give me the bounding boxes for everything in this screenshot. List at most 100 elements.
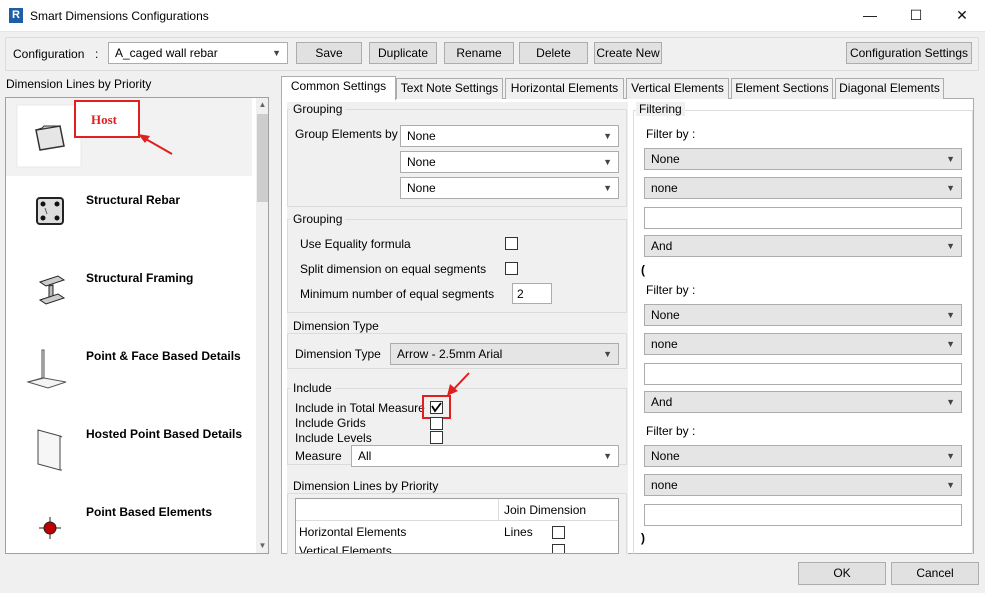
list-item-label: Point & Face Based Details (86, 349, 241, 363)
filter-3-value-input[interactable] (644, 504, 962, 526)
chevron-down-icon: ▼ (946, 451, 955, 461)
host-callout-box: Host (74, 100, 140, 138)
common-settings-panel: Grouping Group Elements by None ▼ None ▼ N… (287, 102, 628, 554)
checkbox-callout-box (422, 395, 451, 419)
table-row: Vertical Elements (299, 544, 392, 554)
filter-value: None (651, 308, 680, 322)
filter-1-value-input[interactable] (644, 207, 962, 229)
chevron-down-icon: ▼ (946, 154, 955, 164)
group-by-dropdown-3[interactable]: None ▼ (400, 177, 619, 199)
window-title: Smart Dimensions Configurations (30, 9, 209, 23)
dimension-type-dropdown[interactable]: Arrow - 2.5mm Arial ▼ (390, 343, 619, 365)
group-by-value: None (407, 181, 436, 195)
tab-vertical-elements[interactable]: Vertical Elements (626, 78, 729, 99)
tab-diagonal-elements[interactable]: Diagonal Elements (835, 78, 944, 99)
tab-text-note-settings[interactable]: Text Note Settings (396, 78, 503, 99)
filter-and-dropdown-1[interactable]: And ▼ (644, 235, 962, 257)
min-segments-label: Minimum number of equal segments (300, 287, 495, 301)
configuration-separator: : (95, 47, 99, 61)
list-item-hosted-point-details[interactable]: Hosted Point Based Details (6, 410, 252, 488)
split-dimension-label: Split dimension on equal segments (300, 262, 487, 276)
min-segments-input[interactable]: 2 (512, 283, 552, 304)
list-item-host[interactable]: Host (6, 98, 252, 176)
grouping-title: Grouping (290, 212, 346, 226)
delete-button[interactable]: Delete (519, 42, 588, 64)
measure-dropdown[interactable]: All ▼ (351, 445, 619, 467)
use-equality-checkbox[interactable] (505, 237, 518, 250)
group-by-dropdown-1[interactable]: None ▼ (400, 125, 619, 147)
filter-3-operator-dropdown[interactable]: none ▼ (644, 474, 962, 496)
configuration-dropdown[interactable]: A_caged wall rebar ▼ (108, 42, 288, 64)
priority-table[interactable]: Join Dimension Lines Horizontal Elements… (295, 498, 619, 554)
filter-value: none (651, 181, 678, 195)
filter-2-value-input[interactable] (644, 363, 962, 385)
include-grids-checkbox[interactable] (430, 417, 443, 430)
join-horizontal-checkbox[interactable] (552, 526, 565, 539)
filter-value: none (651, 337, 678, 351)
list-item-label: Host (91, 112, 117, 127)
maximize-button[interactable]: ☐ (893, 0, 939, 31)
point-element-icon (39, 517, 61, 539)
left-list-scrollbar[interactable]: ▲ ▼ (256, 98, 268, 553)
chevron-down-icon: ▼ (603, 157, 612, 167)
chevron-down-icon: ▼ (603, 183, 612, 193)
tab-horizontal-elements[interactable]: Horizontal Elements (505, 78, 624, 99)
tab-element-sections[interactable]: Element Sections (731, 78, 833, 99)
tab-common-settings[interactable]: Common Settings (281, 76, 396, 100)
filter-2-operator-dropdown[interactable]: none ▼ (644, 333, 962, 355)
include-levels-checkbox[interactable] (430, 431, 443, 444)
join-vertical-checkbox[interactable] (552, 544, 565, 553)
dimension-type-value: Arrow - 2.5mm Arial (397, 347, 503, 361)
ok-button[interactable]: OK (798, 562, 886, 585)
rename-button[interactable]: Rename (444, 42, 514, 64)
close-paren: ) (641, 531, 645, 545)
cancel-button[interactable]: Cancel (891, 562, 979, 585)
filter-by-label-3: Filter by : (646, 424, 696, 438)
priority-list[interactable]: Host Structural Rebar Structural Framing (5, 97, 269, 554)
filtering-title: Filtering (636, 102, 685, 116)
list-item-label: Hosted Point Based Details (86, 427, 243, 441)
priority-table-title: Dimension Lines by Priority (290, 479, 442, 493)
grouping-title: Grouping (290, 102, 346, 116)
close-button[interactable]: ✕ (939, 0, 985, 31)
chevron-down-icon: ▼ (946, 310, 955, 320)
group-by-dropdown-2[interactable]: None ▼ (400, 151, 619, 173)
group-elements-label: Group Elements by (295, 127, 398, 141)
join-dimension-header: Join Dimension Lines (498, 499, 618, 539)
left-panel-title: Dimension Lines by Priority (6, 77, 152, 91)
dimension-type-label: Dimension Type (295, 347, 381, 361)
chevron-down-icon: ▼ (603, 451, 612, 461)
filter-by-label-2: Filter by : (646, 283, 696, 297)
duplicate-button[interactable]: Duplicate (369, 42, 437, 64)
scroll-down-icon[interactable]: ▼ (256, 539, 268, 553)
dimension-type-title: Dimension Type (290, 319, 382, 333)
chevron-down-icon: ▼ (946, 183, 955, 193)
split-dimension-checkbox[interactable] (505, 262, 518, 275)
list-item-point-face-details[interactable]: Point & Face Based Details (6, 332, 252, 410)
filter-1-operator-dropdown[interactable]: none ▼ (644, 177, 962, 199)
list-item-label: Point Based Elements (86, 505, 213, 519)
scroll-thumb[interactable] (257, 114, 268, 202)
list-item-structural-rebar[interactable]: Structural Rebar (6, 176, 252, 254)
panel-detail-icon (37, 429, 63, 471)
filter-and-dropdown-2[interactable]: And ▼ (644, 391, 962, 413)
minimize-button[interactable]: — (847, 0, 893, 31)
wall-host-icon (16, 104, 82, 168)
scroll-up-icon[interactable]: ▲ (256, 98, 268, 112)
filter-by-label-1: Filter by : (646, 127, 696, 141)
group-by-value: None (407, 129, 436, 143)
list-item-structural-framing[interactable]: Structural Framing (6, 254, 252, 332)
chevron-down-icon: ▼ (946, 480, 955, 490)
filter-3-field-dropdown[interactable]: None ▼ (644, 445, 962, 467)
rebar-section-icon (36, 197, 64, 225)
chevron-down-icon: ▼ (272, 48, 281, 58)
create-new-button[interactable]: Create New (594, 42, 662, 64)
save-button[interactable]: Save (296, 42, 362, 64)
list-item-point-based-elements[interactable]: Point Based Elements (6, 488, 252, 553)
filter-2-field-dropdown[interactable]: None ▼ (644, 304, 962, 326)
filter-value: None (651, 152, 680, 166)
include-total-measure-label: Include in Total Measure (295, 401, 425, 415)
steel-beam-icon (38, 275, 66, 305)
filter-1-field-dropdown[interactable]: None ▼ (644, 148, 962, 170)
configuration-settings-button[interactable]: Configuration Settings (846, 42, 972, 64)
